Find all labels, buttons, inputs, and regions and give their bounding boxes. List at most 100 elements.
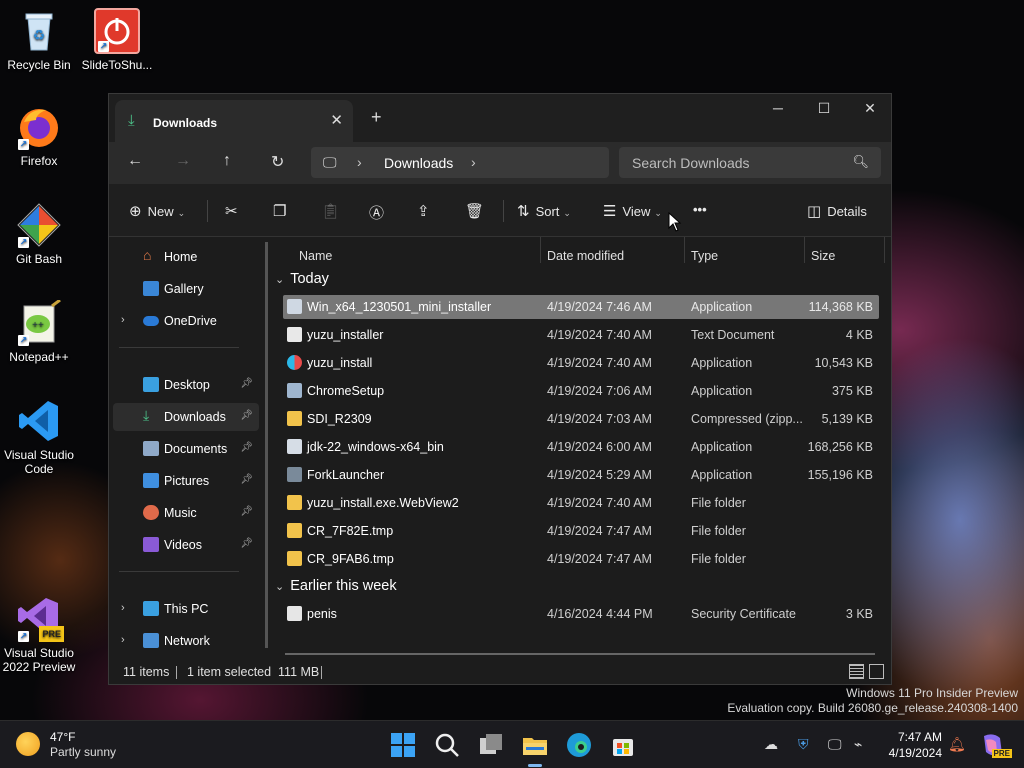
address-bar[interactable]: 🖵 › Downloads › <box>311 147 609 178</box>
sidebar-item-this-pc[interactable]: › This PC <box>113 595 259 623</box>
sort-button[interactable]: ⇅ Sort ⌄ <box>517 202 571 220</box>
column-header-size[interactable]: Size <box>811 249 835 263</box>
pin-icon[interactable]: 📌︎ <box>240 410 253 421</box>
view-button[interactable]: ☰ View ⌄ <box>603 202 662 220</box>
tiles-view-icon[interactable] <box>869 664 884 679</box>
security-shield-icon[interactable]: ⛨ <box>798 736 809 753</box>
shortcut-arrow-icon: ↗ <box>18 335 29 346</box>
sidebar-item-downloads[interactable]: ⤓ Downloads 📌︎ <box>113 403 259 431</box>
sidebar-item-network[interactable]: › Network <box>113 627 259 655</box>
horizontal-scrollbar[interactable] <box>285 653 875 655</box>
system-clock[interactable]: 7:47 AM 4/19/2024 <box>882 729 942 761</box>
rename-icon[interactable]: Ⓐ <box>369 202 390 223</box>
desktop-icon-recycle-bin[interactable]: ♻ Recycle Bin <box>0 8 78 72</box>
column-header-name[interactable]: Name <box>299 249 332 263</box>
zip-folder-icon <box>287 411 302 426</box>
item-count: 11 items <box>123 665 170 679</box>
start-button[interactable] <box>388 730 418 760</box>
chevron-right-icon[interactable]: › <box>121 634 125 646</box>
desktop-icon-label: Visual Studio Code <box>4 448 74 476</box>
cloud-offline-icon[interactable]: ☁ <box>764 736 778 753</box>
table-row[interactable]: yuzu_install.exe.WebView2 4/19/2024 7:40… <box>283 491 879 515</box>
task-view-icon[interactable] <box>476 730 506 760</box>
back-arrow-icon[interactable]: ← <box>127 152 143 170</box>
chevron-right-icon[interactable]: › <box>471 154 476 170</box>
table-row[interactable]: CR_9FAB6.tmp 4/19/2024 7:47 AM File fold… <box>283 547 879 571</box>
divider <box>503 200 504 222</box>
share-icon[interactable]: ⇪ <box>417 202 436 220</box>
table-row[interactable]: jdk-22_windows-x64_bin 4/19/2024 6:00 AM… <box>283 435 879 459</box>
cut-icon[interactable]: ✂ <box>225 202 244 220</box>
chevron-right-icon[interactable]: › <box>121 602 125 614</box>
copy-icon[interactable]: ❐ <box>273 202 292 220</box>
close-button[interactable]: ✕ <box>847 100 893 117</box>
edge-icon[interactable] <box>564 730 594 760</box>
delete-icon[interactable]: 🗑︎ <box>465 202 490 220</box>
pin-icon[interactable]: 📌︎ <box>240 538 253 549</box>
pin-icon[interactable]: 📌︎ <box>240 442 253 453</box>
more-options-button[interactable]: ••• <box>693 202 707 217</box>
sidebar-item-music[interactable]: Music 📌︎ <box>113 499 259 527</box>
paste-icon[interactable]: 📋︎ <box>321 202 346 220</box>
minimize-button[interactable]: ─ <box>755 100 801 116</box>
maximize-button[interactable]: ☐ <box>801 100 847 117</box>
display-icon[interactable]: 🖵 <box>828 736 842 753</box>
sidebar-item-documents[interactable]: Documents 📌︎ <box>113 435 259 463</box>
tab-close-icon[interactable]: ✕ <box>330 111 343 129</box>
sidebar-item-gallery[interactable]: Gallery <box>113 275 259 303</box>
group-header-today[interactable]: ⌄ Today <box>275 271 329 287</box>
search-input[interactable]: Search Downloads 🔍︎ <box>619 147 881 178</box>
chevron-right-icon[interactable]: › <box>357 154 362 170</box>
new-button[interactable]: ⊕ New ⌄ <box>129 202 185 220</box>
desktop-icon-vscode[interactable]: Visual Studio Code <box>0 398 78 476</box>
breadcrumb-downloads[interactable]: Downloads <box>384 155 453 171</box>
column-header-date[interactable]: Date modified <box>547 249 624 263</box>
table-row[interactable]: ChromeSetup 4/19/2024 7:06 AM Applicatio… <box>283 379 879 403</box>
group-header-earlier-this-week[interactable]: ⌄ Earlier this week <box>275 578 397 594</box>
table-row[interactable]: ForkLauncher 4/19/2024 5:29 AM Applicati… <box>283 463 879 487</box>
chevron-right-icon[interactable]: › <box>121 314 125 326</box>
table-row[interactable]: penis 4/16/2024 4:44 PM Security Certifi… <box>283 602 879 626</box>
sidebar-scrollbar[interactable] <box>265 242 268 648</box>
refresh-icon[interactable]: ↻ <box>271 152 284 172</box>
network-icon[interactable]: ⌁ <box>854 736 862 753</box>
sidebar-item-videos[interactable]: Videos 📌︎ <box>113 531 259 559</box>
shortcut-arrow-icon: ↗ <box>18 139 29 150</box>
forward-arrow-icon[interactable]: → <box>175 152 191 170</box>
file-explorer-taskbar-icon[interactable] <box>520 730 550 767</box>
desktop-icon-visual-studio-preview[interactable]: PRE ↗ Visual Studio 2022 Preview <box>0 596 78 674</box>
sidebar-item-pictures[interactable]: Pictures 📌︎ <box>113 467 259 495</box>
folder-icon <box>287 523 302 538</box>
table-row[interactable]: SDI_R2309 4/19/2024 7:03 AM Compressed (… <box>283 407 879 431</box>
sidebar-item-onedrive[interactable]: › OneDrive <box>113 307 259 335</box>
sidebar-item-desktop[interactable]: Desktop 📌︎ <box>113 371 259 399</box>
network-icon <box>143 633 159 648</box>
file-list: Name Date modified Type Size ⌄ Today Win_… <box>269 237 891 660</box>
details-button[interactable]: ◫ Details <box>807 202 867 220</box>
table-row[interactable]: yuzu_install 4/19/2024 7:40 AM Applicati… <box>283 351 879 375</box>
divider <box>207 200 208 222</box>
search-icon[interactable] <box>432 730 462 760</box>
table-row[interactable]: CR_7F82E.tmp 4/19/2024 7:47 AM File fold… <box>283 519 879 543</box>
column-header-type[interactable]: Type <box>691 249 718 263</box>
divider <box>119 347 239 348</box>
sidebar-item-home[interactable]: ⌂ Home <box>113 243 259 271</box>
copilot-icon[interactable]: PRE <box>978 730 1012 760</box>
application-icon <box>287 467 302 482</box>
desktop-icon-git-bash[interactable]: ↗ Git Bash <box>0 202 78 266</box>
details-view-icon[interactable] <box>849 664 864 679</box>
up-arrow-icon[interactable]: ↑ <box>223 152 231 170</box>
pin-icon[interactable]: 📌︎ <box>240 378 253 389</box>
desktop-icon-firefox[interactable]: ↗ Firefox <box>0 104 78 168</box>
pin-icon[interactable]: 📌︎ <box>240 506 253 517</box>
desktop-icon-slidetoshutdown[interactable]: ↗ SlideToShu... <box>78 8 156 72</box>
table-row[interactable]: Win_x64_1230501_mini_installer 4/19/2024… <box>283 295 879 319</box>
search-icon[interactable]: 🔍︎ <box>852 154 869 170</box>
pin-icon[interactable]: 📌︎ <box>240 474 253 485</box>
microsoft-store-icon[interactable] <box>608 730 638 760</box>
new-tab-button[interactable]: + <box>371 107 382 128</box>
tab-downloads[interactable]: ⤓ Downloads ✕ <box>115 100 353 142</box>
desktop-icon-notepad-plus-plus[interactable]: ++ ↗ Notepad++ <box>0 298 78 364</box>
table-row[interactable]: yuzu_installer 4/19/2024 7:40 AM Text Do… <box>283 323 879 347</box>
notification-bell-icon[interactable]: 🔔︎ <box>948 736 966 753</box>
